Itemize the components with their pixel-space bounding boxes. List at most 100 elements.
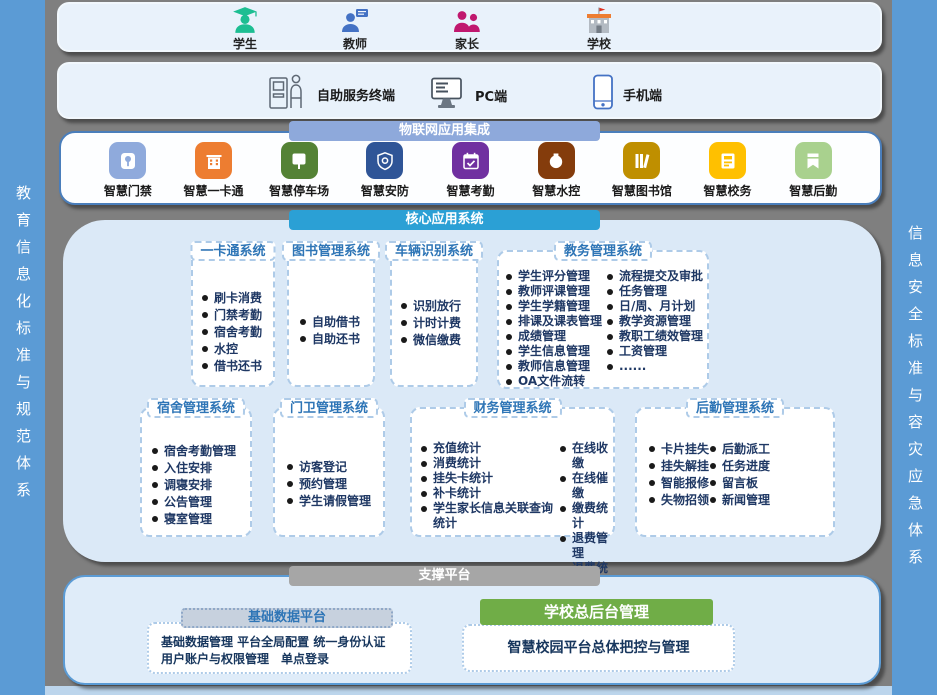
system-title: 财务管理系统 <box>463 398 561 418</box>
core-panel: 一卡通系统 刷卡消费门禁考勤宿舍考勤水控借书还书 图书管理系统 自助借书自助还书… <box>63 220 881 562</box>
list-item: 在线催缴 <box>559 471 613 501</box>
bottom-strip <box>0 686 937 695</box>
list-item: 消费统计 <box>420 456 559 471</box>
pc-icon <box>430 77 466 113</box>
system-item-list: 卡片挂失挂失解挂智能报修失物招领 <box>648 441 709 535</box>
user-label: 学校 <box>563 35 635 52</box>
iot-label: 智慧图书馆 <box>612 182 672 199</box>
door-access-icon <box>109 142 146 179</box>
support-panel: 基础数据平台 基础数据管理 平台全局配置 统一身份认证 用户账户与权限管理 单点… <box>63 575 881 685</box>
support-banner: 支撑平台 <box>289 566 600 586</box>
list-item: 流程提交及审批 <box>606 269 707 284</box>
list-item: 学生请假管理 <box>286 493 383 509</box>
system-item-list: 在线收缴在线催缴缴费统计退费管理退费统计...... <box>559 441 613 535</box>
system-title: 一卡通系统 <box>190 241 275 261</box>
list-item: OA文件流转 <box>505 374 606 389</box>
terminal-label: 手机端 <box>623 85 662 104</box>
iot-item-attendance: 智慧考勤 <box>428 142 514 203</box>
iot-banner: 物联网应用集成 <box>289 121 600 141</box>
base-data-platform-title: 基础数据平台 <box>181 608 393 628</box>
list-item: 成绩管理 <box>505 329 606 344</box>
list-item: 任务管理 <box>606 284 707 299</box>
list-item: 缴费统计 <box>559 501 613 531</box>
iot-item-water-control: 智慧水控 <box>513 142 599 203</box>
iot-panel: 智慧门禁 智慧一卡通 智慧停车场 <box>59 131 882 205</box>
list-item: 工资管理 <box>606 344 707 359</box>
system-box-academic: 教务管理系统 学生评分管理教师评课管理学生学籍管理排课及课表管理成绩管理学生信息… <box>497 250 709 389</box>
system-item-list: 自助借书自助还书 <box>299 314 373 347</box>
terminals-panel: 自助服务终端 PC端 <box>57 62 882 119</box>
school-affairs-icon <box>709 142 746 179</box>
list-item: 教师评课管理 <box>505 284 606 299</box>
system-item-list: 充值统计消费统计挂失卡统计补卡统计学生家长信息关联查询统计 <box>420 441 559 535</box>
list-item: 学生学籍管理 <box>505 299 606 314</box>
left-pillar-label: 教育信息化标准与规范体系 <box>0 185 45 695</box>
system-box-logistics: 后勤管理系统 卡片挂失挂失解挂智能报修失物招领 后勤派工任务进度留言板新闻管理 <box>635 407 835 537</box>
iot-label: 智慧校务 <box>704 182 752 199</box>
list-item: 门禁考勤 <box>201 307 273 323</box>
left-pillar: 教育信息化标准与规范体系 <box>0 0 45 695</box>
kiosk-icon <box>266 71 308 117</box>
list-item: 教职工绩效管理 <box>606 329 707 344</box>
list-item: 挂失卡统计 <box>420 471 559 486</box>
list-item: 宿舍考勤 <box>201 324 273 340</box>
system-box-gatekeeper: 门卫管理系统 访客登记预约管理学生请假管理 <box>273 407 385 537</box>
school-backoffice-desc: 智慧校园平台总体把控与管理 <box>462 624 735 672</box>
base-data-platform-box: 基础数据管理 平台全局配置 统一身份认证 用户账户与权限管理 单点登录 <box>147 622 412 674</box>
list-item: 自助还书 <box>299 331 373 347</box>
system-box-onecard: 一卡通系统 刷卡消费门禁考勤宿舍考勤水控借书还书 <box>191 250 275 387</box>
list-item: 借书还书 <box>201 358 273 374</box>
system-title: 后勤管理系统 <box>686 398 784 418</box>
list-item: 在线收缴 <box>559 441 613 471</box>
list-item: 失物招领 <box>648 492 709 508</box>
user-label: 学生 <box>209 35 281 52</box>
system-box-library: 图书管理系统 自助借书自助还书 <box>287 250 375 387</box>
user-label: 家长 <box>431 35 503 52</box>
right-pillar-label: 信息安全标准与容灾应急体系 <box>892 225 937 695</box>
list-item: 预约管理 <box>286 476 383 492</box>
system-title: 门卫管理系统 <box>280 398 378 418</box>
terminal-label: PC端 <box>475 86 507 105</box>
iot-item-library: 智慧图书馆 <box>599 142 685 203</box>
terminal-item-pc: PC端 <box>430 77 507 113</box>
terminal-item-mobile: 手机端 <box>592 74 662 115</box>
list-item: 智能报修 <box>648 475 709 491</box>
list-item: 计时计费 <box>400 315 476 331</box>
school-icon <box>563 7 635 34</box>
onecard-icon <box>195 142 232 179</box>
list-item: 入住安排 <box>151 460 250 476</box>
system-item-list: 学生评分管理教师评课管理学生学籍管理排课及课表管理成绩管理学生信息管理教师信息管… <box>505 269 606 387</box>
system-item-list: 流程提交及审批任务管理日/周、月计划教学资源管理教职工绩效管理工资管理.....… <box>606 269 707 387</box>
system-title: 教务管理系统 <box>554 241 652 261</box>
list-item: 充值统计 <box>420 441 559 456</box>
list-item: 后勤派工 <box>709 441 770 457</box>
list-item: 识别放行 <box>400 298 476 314</box>
water-control-icon <box>538 142 575 179</box>
school-backoffice-title: 学校总后台管理 <box>480 599 713 625</box>
user-item-parents: 家长 <box>431 7 503 52</box>
smart-campus-architecture-diagram: 教育信息化标准与规范体系 信息安全标准与容灾应急体系 学生 <box>0 0 937 695</box>
system-box-finance: 财务管理系统 充值统计消费统计挂失卡统计补卡统计学生家长信息关联查询统计 在线收… <box>410 407 615 537</box>
iot-label: 智慧水控 <box>532 182 580 199</box>
user-item-student: 学生 <box>209 7 281 52</box>
list-item: 日/周、月计划 <box>606 299 707 314</box>
system-item-list: 宿舍考勤管理入住安排调寝安排公告管理寝室管理 <box>151 443 250 527</box>
list-item: 宿舍考勤管理 <box>151 443 250 459</box>
core-banner: 核心应用系统 <box>289 210 600 230</box>
iot-item-door-access: 智慧门禁 <box>85 142 171 203</box>
iot-label: 智慧一卡通 <box>184 182 244 199</box>
iot-label: 智慧停车场 <box>269 182 329 199</box>
system-box-vehicle: 车辆识别系统 识别放行计时计费微信缴费 <box>390 250 478 387</box>
terminal-item-kiosk: 自助服务终端 <box>266 71 395 117</box>
system-title: 图书管理系统 <box>282 241 380 261</box>
iot-item-onecard: 智慧一卡通 <box>171 142 257 203</box>
iot-label: 智慧后勤 <box>789 182 837 199</box>
list-item: 学生评分管理 <box>505 269 606 284</box>
system-item-list: 后勤派工任务进度留言板新闻管理 <box>709 441 770 535</box>
list-item: 调寝安排 <box>151 477 250 493</box>
teacher-icon <box>319 7 391 34</box>
list-item: 微信缴费 <box>400 332 476 348</box>
list-item: 访客登记 <box>286 459 383 475</box>
iot-item-parking: 智慧停车场 <box>256 142 342 203</box>
right-pillar: 信息安全标准与容灾应急体系 <box>892 0 937 695</box>
